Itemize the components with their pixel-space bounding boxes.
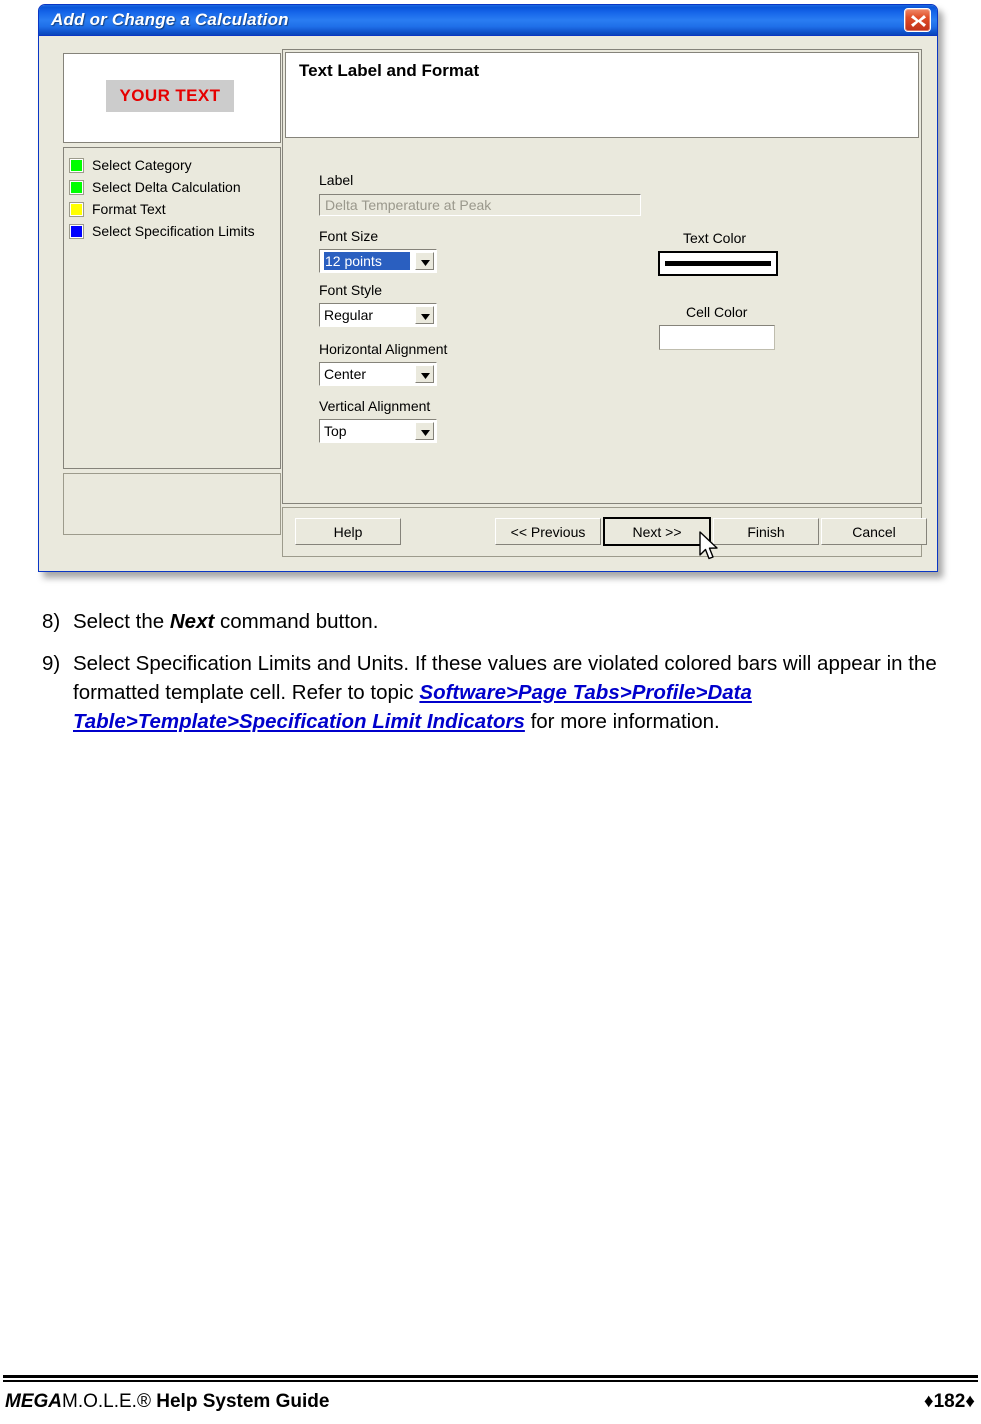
footer-brand-plain: M.O.L.E.® <box>62 1391 151 1412</box>
status-swatch-icon <box>69 157 84 173</box>
chevron-down-icon[interactable] <box>415 422 434 440</box>
font-size-caption: Font Size <box>319 228 379 244</box>
font-size-dropdown[interactable]: 12 points <box>319 249 437 273</box>
text-color-bar <box>665 261 771 266</box>
close-icon[interactable] <box>904 8 931 32</box>
footer-page-number: ♦182♦ <box>923 1391 975 1412</box>
checklist-item-label: Format Text <box>92 201 166 217</box>
vertical-alignment-dropdown[interactable]: Top <box>319 419 437 443</box>
document-steps: 8) Select the Next command button. 9) Se… <box>42 607 962 749</box>
step-text: Select the Next command button. <box>73 607 962 636</box>
checklist-item-label: Select Specification Limits <box>92 223 255 239</box>
checklist-item-label: Select Category <box>92 157 192 173</box>
left-lower-empty-panel <box>63 473 281 535</box>
status-swatch-icon <box>69 223 84 239</box>
label-input[interactable]: Delta Temperature at Peak <box>319 194 641 216</box>
footer-brand: MEGAM.O.L.E.® Help System Guide <box>5 1391 329 1413</box>
step-9: 9) Select Specification Limits and Units… <box>42 649 962 736</box>
step-text-tail: for more information. <box>524 710 720 733</box>
text-color-swatch[interactable] <box>658 251 778 276</box>
step-text-emphasis: Next <box>169 610 215 633</box>
panel-header-area: Text Label and Format <box>285 52 919 138</box>
step-number: 9) <box>42 652 61 675</box>
status-swatch-icon <box>69 201 84 217</box>
horizontal-alignment-dropdown[interactable]: Center <box>319 362 437 386</box>
footer-brand-bold: Help System Guide <box>150 1391 330 1412</box>
footer-divider <box>3 1375 978 1382</box>
step-8: 8) Select the Next command button. <box>42 607 962 636</box>
chevron-down-icon[interactable] <box>415 306 434 324</box>
font-size-value: 12 points <box>324 252 410 270</box>
font-style-dropdown[interactable]: Regular <box>319 303 437 327</box>
add-or-change-calculation-dialog: Add or Change a Calculation YOUR TEXT Se… <box>38 4 938 572</box>
preview-cell: YOUR TEXT <box>106 80 234 112</box>
chevron-down-icon[interactable] <box>415 365 434 383</box>
vertical-alignment-caption: Vertical Alignment <box>319 398 431 414</box>
panel-title: Text Label and Format <box>299 61 480 80</box>
checklist-item-select-specification-limits[interactable]: Select Specification Limits <box>69 220 275 242</box>
horizontal-alignment-value: Center <box>324 366 367 382</box>
cell-color-caption: Cell Color <box>686 304 748 320</box>
label-field-caption: Label <box>319 172 354 188</box>
dialog-body: YOUR TEXT Select Category Select Delta C… <box>42 39 934 569</box>
footer-brand-italic: MEGA <box>5 1391 62 1412</box>
text-color-caption: Text Color <box>683 230 747 246</box>
vertical-alignment-value: Top <box>324 423 347 439</box>
checklist-item-format-text[interactable]: Format Text <box>69 198 275 220</box>
help-button[interactable]: Help <box>295 518 401 545</box>
template-preview-box: YOUR TEXT <box>63 53 281 143</box>
preview-cell-text: YOUR TEXT <box>119 86 221 105</box>
dialog-title: Add or Change a Calculation <box>51 10 289 29</box>
previous-button[interactable]: << Previous <box>495 518 601 545</box>
checklist-item-label: Select Delta Calculation <box>92 179 241 195</box>
wizard-step-checklist: Select Category Select Delta Calculation… <box>63 147 281 469</box>
dialog-button-bar: Help << Previous Next >> Finish Cancel <box>282 507 927 557</box>
step-number: 8) <box>42 610 61 633</box>
step-text-tail: command button. <box>214 610 379 633</box>
finish-button[interactable]: Finish <box>713 518 819 545</box>
cancel-button[interactable]: Cancel <box>821 518 927 545</box>
horizontal-alignment-caption: Horizontal Alignment <box>319 341 448 357</box>
checklist-item-select-delta-calculation[interactable]: Select Delta Calculation <box>69 176 275 198</box>
dialog-titlebar[interactable]: Add or Change a Calculation <box>39 5 937 36</box>
font-style-caption: Font Style <box>319 282 383 298</box>
font-style-value: Regular <box>324 307 374 323</box>
checklist-item-select-category[interactable]: Select Category <box>69 154 275 176</box>
chevron-down-icon[interactable] <box>415 252 434 270</box>
cell-color-swatch[interactable] <box>659 325 775 350</box>
text-label-and-format-panel: Text Label and Format Label Delta Temper… <box>282 49 922 504</box>
step-text: Select Specification Limits and Units. I… <box>73 649 962 736</box>
next-button[interactable]: Next >> <box>603 517 711 546</box>
status-swatch-icon <box>69 179 84 195</box>
step-text-lead: Select the <box>73 610 170 633</box>
